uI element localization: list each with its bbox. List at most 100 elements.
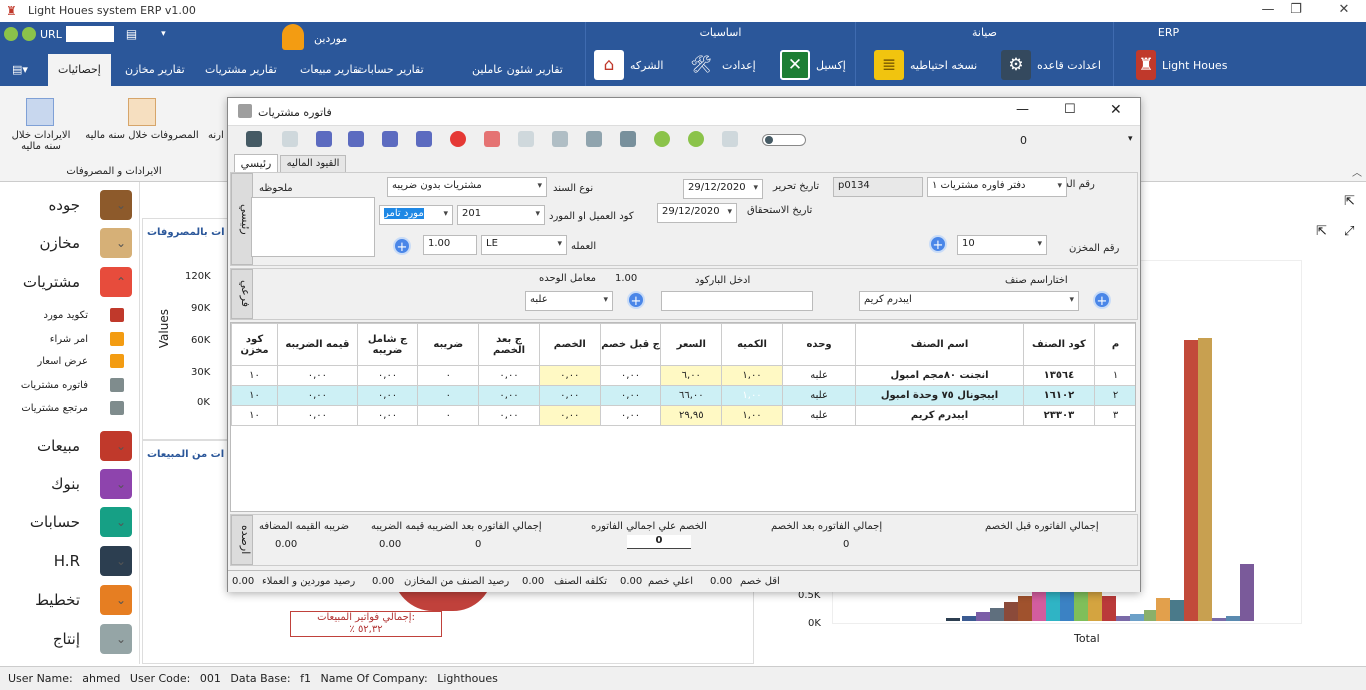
- barcode-field[interactable]: [661, 291, 813, 311]
- tab-purchase-reports[interactable]: تقارير مشتريات: [205, 54, 277, 86]
- expense-button-label[interactable]: المصروفات خلال سنه ماليه: [80, 130, 204, 141]
- client-code-select[interactable]: 201: [457, 205, 545, 225]
- export-icon[interactable]: ⇱: [1316, 224, 1327, 239]
- table-cell[interactable]: ٢٣٣٠٣: [1022, 405, 1096, 426]
- column-header[interactable]: وحده: [781, 323, 857, 366]
- table-cell[interactable]: ١٠: [231, 405, 279, 426]
- table-cell[interactable]: ٠,٠٠: [538, 365, 601, 386]
- save-icon[interactable]: [246, 131, 262, 147]
- next-record-icon[interactable]: [382, 131, 398, 147]
- invoice-disc-field[interactable]: 0: [627, 535, 691, 549]
- table-cell[interactable]: علبه: [781, 365, 857, 386]
- table-cell[interactable]: ١٣٥٦٤: [1022, 365, 1096, 386]
- duplicate-icon[interactable]: [518, 131, 534, 147]
- table-cell[interactable]: ١٦١٠٢: [1022, 385, 1096, 406]
- close-button[interactable]: ✕: [1330, 2, 1358, 20]
- bell-icon[interactable]: [282, 24, 304, 50]
- column-header[interactable]: ج شامل ضريبه: [356, 323, 419, 366]
- add-item-button[interactable]: +: [1093, 291, 1111, 309]
- dialog-close-button[interactable]: ✕: [1110, 102, 1122, 118]
- sidebar-item-purchases[interactable]: مشتريات ⌃: [0, 263, 140, 301]
- unit-select[interactable]: علبه: [525, 291, 613, 311]
- column-header[interactable]: ج قبل خصم: [599, 323, 662, 366]
- book-no-select[interactable]: دفتر فاوره مشتريات ١: [927, 177, 1067, 197]
- sub-item-purchase-order[interactable]: امر شراء: [0, 328, 140, 350]
- toolbar-overflow-icon[interactable]: ▾: [1128, 134, 1133, 144]
- table-cell[interactable]: ١,٠٠: [721, 385, 783, 406]
- edit-icon[interactable]: [484, 131, 500, 147]
- doc-type-select[interactable]: مشتريات بدون ضريبه: [387, 177, 547, 197]
- table-cell[interactable]: ٠: [417, 385, 480, 406]
- table-cell[interactable]: انجنت ٨٠مجم امبول: [855, 365, 1024, 386]
- tab-sales-reports[interactable]: تقارير مبيعات: [300, 54, 361, 86]
- tab-main[interactable]: رئيسي: [234, 154, 278, 172]
- sub-item-purchase-invoice[interactable]: فاتوره مشتريات: [0, 374, 140, 396]
- table-cell[interactable]: ٠,٠٠: [356, 365, 419, 386]
- invoice-code-field[interactable]: p0134: [833, 177, 923, 197]
- tab-statistics[interactable]: إحصائيات: [48, 54, 111, 86]
- expand-icon[interactable]: ⤢: [1344, 224, 1354, 239]
- column-header[interactable]: ج بعد الخصم: [478, 323, 540, 366]
- arrow-down-icon[interactable]: [688, 131, 704, 147]
- dialog-minimize-button[interactable]: —: [1016, 102, 1029, 117]
- expense-chart-icon[interactable]: [128, 98, 156, 126]
- sidebar-item-quality[interactable]: جوده ⌄: [0, 186, 140, 224]
- sidebar-item-banks[interactable]: بنوك ⌄: [0, 465, 140, 503]
- table-cell[interactable]: ٠,٠٠: [277, 365, 358, 386]
- table-cell[interactable]: ٠,٠٠: [356, 405, 419, 426]
- table-cell[interactable]: ٠,٠٠: [538, 385, 601, 406]
- arrow-up-icon[interactable]: [654, 131, 670, 147]
- table-cell[interactable]: ١: [1094, 365, 1135, 386]
- minimize-button[interactable]: —: [1254, 2, 1282, 20]
- exchange-rate-field[interactable]: 1.00: [423, 235, 477, 255]
- issue-date-picker[interactable]: 29/12/2020: [683, 179, 763, 199]
- column-header[interactable]: قيمه الضريبه: [277, 323, 358, 366]
- column-header[interactable]: السعر: [660, 323, 723, 366]
- qat-dropdown-icon[interactable]: ▾: [161, 29, 166, 39]
- tab-store-reports[interactable]: تقارير مخازن: [125, 54, 185, 86]
- store-no-select[interactable]: 10: [957, 235, 1047, 255]
- add-currency-button[interactable]: +: [393, 237, 411, 255]
- copy-icon[interactable]: [282, 131, 298, 147]
- table-cell[interactable]: علبه: [781, 405, 857, 426]
- table-cell[interactable]: ٠,٠٠: [478, 365, 540, 386]
- table-cell[interactable]: علبه: [781, 385, 857, 406]
- search-icon[interactable]: [620, 131, 636, 147]
- column-header[interactable]: الخصم: [538, 323, 601, 366]
- items-grid[interactable]: كود مخزن قيمه الضريبه ج شامل ضريبه ضريبه ج ب…: [230, 322, 1136, 512]
- compare-button-label[interactable]: ارنه: [208, 130, 228, 141]
- table-cell[interactable]: ٦,٠٠: [660, 365, 723, 386]
- sub-item-purchase-return[interactable]: مرتجع مشتريات: [0, 397, 140, 419]
- sidebar-item-accounts[interactable]: حسابات ⌄: [0, 503, 140, 541]
- table-row[interactable]: ١٠ ٠,٠٠ ٠,٠٠ ٠ ٠,٠٠ ٠,٠٠ ٠,٠٠ ٦,٠٠ ١,٠٠ علبه انجنت…: [231, 365, 1135, 386]
- refresh-icon[interactable]: [4, 27, 18, 41]
- table-cell[interactable]: ٠,٠٠: [277, 385, 358, 406]
- column-header[interactable]: ضريبه: [417, 323, 480, 366]
- delete-icon[interactable]: [450, 131, 466, 147]
- excel-button[interactable]: ✕ إكسيل: [780, 48, 846, 82]
- currency-select[interactable]: LE: [481, 235, 567, 255]
- print-icon[interactable]: [552, 131, 568, 147]
- table-cell[interactable]: ٠,٠٠: [478, 405, 540, 426]
- company-button[interactable]: ⌂ الشركه: [594, 48, 663, 82]
- tab-entries[interactable]: القيود الماليه: [280, 155, 346, 172]
- table-cell[interactable]: ١٠: [231, 365, 279, 386]
- table-cell[interactable]: ايبجونال ٧٥ وحدة امبول: [855, 385, 1024, 406]
- column-header[interactable]: الكميه: [721, 323, 783, 366]
- sub-item-supplier-code[interactable]: تكويد مورد: [0, 304, 140, 326]
- ribbon-menu-icon[interactable]: ▤▾: [12, 54, 28, 86]
- table-cell[interactable]: ٠,٠٠: [599, 385, 662, 406]
- column-header[interactable]: اسم الصنف: [855, 323, 1024, 366]
- due-date-picker[interactable]: 29/12/2020: [657, 203, 737, 223]
- sidebar-item-planning[interactable]: تخطيط ⌄: [0, 581, 140, 619]
- revenue-button-label[interactable]: الايرادات خلال سنه ماليه: [6, 130, 76, 152]
- clipboard-icon[interactable]: ▤: [126, 27, 137, 41]
- toggle-switch[interactable]: [762, 134, 806, 146]
- column-header[interactable]: كود الصنف: [1022, 323, 1096, 366]
- table-cell[interactable]: ١٠: [231, 385, 279, 406]
- table-cell[interactable]: ٠,٠٠: [538, 405, 601, 426]
- previous-record-icon[interactable]: [348, 131, 364, 147]
- table-cell[interactable]: ٢: [1094, 385, 1135, 406]
- download-icon[interactable]: [22, 27, 36, 41]
- share-icon[interactable]: ⇱: [1344, 194, 1355, 209]
